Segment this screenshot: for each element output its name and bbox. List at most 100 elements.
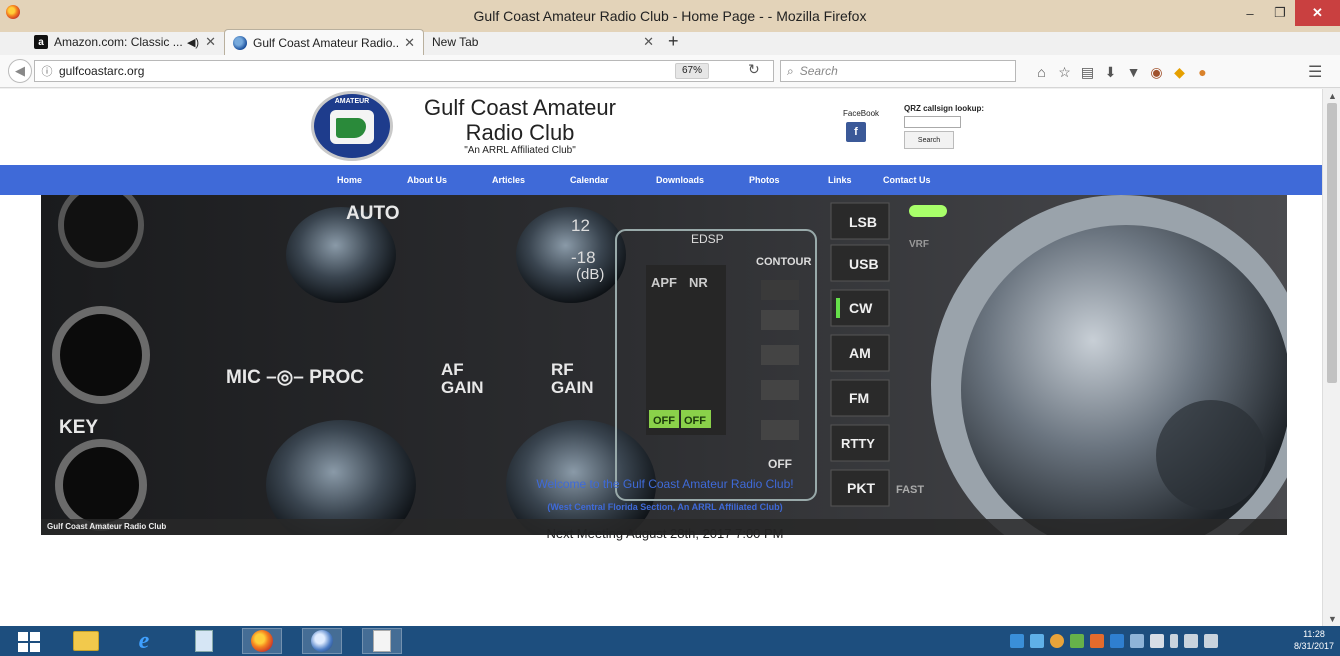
zoom-indicator[interactable]: 67%	[675, 63, 710, 79]
close-tab-icon[interactable]: ✕	[404, 35, 415, 51]
nav-home[interactable]: Home	[337, 165, 362, 195]
tray-monitor-icon[interactable]	[1030, 634, 1044, 648]
home-icon[interactable]: ⌂	[1030, 62, 1053, 82]
logo-ring-text: AMATEUR	[334, 98, 370, 105]
scroll-up-icon[interactable]: ▲	[1328, 91, 1337, 101]
mode-cw: CW	[849, 300, 873, 316]
tab-new-tab[interactable]: New Tab ✕	[424, 29, 662, 55]
url-bar[interactable]: ⓘ gulfcoastarc.org	[34, 60, 774, 82]
tray-orb-icon[interactable]	[1050, 634, 1064, 648]
minimize-button[interactable]: –	[1235, 0, 1265, 26]
thunderbird-icon[interactable]	[302, 628, 342, 654]
menu-hamburger-icon[interactable]: ☰	[1308, 62, 1322, 82]
tab-gulf-coast[interactable]: Gulf Coast Amateur Radio... ✕	[224, 29, 424, 55]
url-text[interactable]: gulfcoastarc.org	[59, 64, 144, 78]
reload-icon[interactable]: ↻	[748, 61, 760, 78]
extension-colorful-icon[interactable]: ◆	[1168, 62, 1191, 82]
qrz-callsign-input[interactable]	[904, 116, 961, 128]
back-arrow-icon[interactable]: ◀	[8, 59, 32, 83]
site-tagline: "An ARRL Affiliated Club"	[464, 145, 576, 156]
firefox-taskbar-icon[interactable]	[242, 628, 282, 654]
download-icon[interactable]: ⬇	[1099, 62, 1122, 82]
qrz-search-button[interactable]: Search	[904, 131, 954, 149]
scrollbar-thumb[interactable]	[1327, 103, 1337, 383]
site-header: AMATEUR Gulf Coast Amateur Radio Club "A…	[0, 89, 1322, 165]
tab-label: New Tab	[432, 35, 479, 49]
tray-mail-icon[interactable]	[1070, 634, 1084, 648]
radio-label-key: KEY	[59, 417, 98, 438]
tab-label: Gulf Coast Amateur Radio...	[253, 35, 399, 50]
nav-articles[interactable]: Articles	[492, 165, 525, 195]
qrz-label: QRZ callsign lookup:	[904, 104, 985, 113]
tray-flag-icon[interactable]	[1150, 634, 1164, 648]
mode-am: AM	[849, 345, 871, 361]
next-meeting-text: Next Meeting August 28th, 2017 7:00 PM	[546, 526, 784, 541]
facebook-label: FaceBook	[843, 109, 880, 118]
navigation-toolbar: ◀ ⓘ gulfcoastarc.org 67% ↻ ⌕ Search ⌂ ☆ …	[0, 55, 1340, 88]
nav-links[interactable]: Links	[828, 165, 852, 195]
notes-app-icon[interactable]	[362, 628, 402, 654]
search-placeholder: Search	[799, 64, 838, 78]
radio-label-mic-proc: MIC –◎– PROC	[226, 367, 364, 388]
search-input[interactable]: ⌕ Search	[780, 60, 1016, 82]
tray-screen-icon[interactable]	[1130, 634, 1144, 648]
tray-m-icon[interactable]	[1010, 634, 1024, 648]
nav-photos[interactable]: Photos	[749, 165, 780, 195]
nav-contact-us[interactable]: Contact Us	[883, 165, 931, 195]
close-window-button[interactable]: ✕	[1295, 0, 1340, 26]
clock-date: 8/31/2017	[1293, 641, 1335, 651]
tray-orange-icon[interactable]	[1090, 634, 1104, 648]
radio-label-rf: RF	[551, 360, 574, 379]
radio-label-contour: CONTOUR	[756, 256, 811, 268]
tray-signal-icon[interactable]	[1184, 634, 1198, 648]
search-icon: ⌕	[787, 63, 794, 78]
page-viewport: AMATEUR Gulf Coast Amateur Radio Club "A…	[0, 89, 1322, 626]
main-navigation: Home About Us Articles Calendar Download…	[0, 165, 1322, 195]
file-explorer-icon[interactable]	[66, 628, 106, 654]
windows-taskbar: e 11:28 8/31/2017	[0, 626, 1340, 656]
radio-label-off-3: OFF	[768, 457, 792, 471]
amazon-a-icon: a	[34, 35, 48, 49]
radio-label-auto: AUTO	[346, 203, 399, 224]
facebook-icon[interactable]: f	[846, 122, 866, 142]
tab-audio-icon[interactable]: ◀)	[187, 36, 199, 49]
bookmarks-list-icon[interactable]: ▤	[1076, 62, 1099, 82]
mode-usb: USB	[849, 256, 879, 272]
radio-label-af: AF	[441, 360, 464, 379]
extension-badge-icon[interactable]: ◉	[1145, 62, 1168, 82]
close-tab-icon[interactable]: ✕	[643, 34, 654, 50]
internet-explorer-icon[interactable]: e	[124, 628, 164, 654]
tray-battery-icon[interactable]	[1170, 634, 1178, 648]
radio-label-18: -18	[571, 248, 596, 267]
scroll-down-icon[interactable]: ▼	[1328, 614, 1337, 624]
mode-lsb: LSB	[849, 214, 877, 230]
radio-label-off-1: OFF	[653, 415, 675, 427]
windows-start-icon[interactable]	[18, 632, 42, 652]
section-subtitle: (West Central Florida Section, An ARRL A…	[547, 502, 783, 512]
bookmark-star-icon[interactable]: ☆	[1053, 62, 1076, 82]
tab-strip: a Amazon.com: Classic ... ◀) ✕ Gulf Coas…	[0, 28, 1340, 55]
taskbar-clock[interactable]: 11:28 8/31/2017	[1290, 628, 1338, 652]
club-logo[interactable]: AMATEUR	[311, 91, 393, 161]
radio-label-db: (dB)	[576, 266, 604, 283]
calculator-icon[interactable]	[184, 628, 224, 654]
tray-volume-icon[interactable]	[1204, 634, 1218, 648]
nav-about-us[interactable]: About Us	[407, 165, 447, 195]
pocket-icon[interactable]: ▼	[1122, 62, 1145, 82]
close-tab-icon[interactable]: ✕	[205, 34, 216, 50]
tab-amazon[interactable]: a Amazon.com: Classic ... ◀) ✕	[26, 29, 224, 55]
system-tray	[1010, 631, 1218, 651]
extension-cookie-icon[interactable]: ●	[1191, 62, 1214, 82]
nav-downloads[interactable]: Downloads	[656, 165, 704, 195]
restore-button[interactable]: ❐	[1265, 0, 1295, 26]
new-tab-plus-icon[interactable]: +	[668, 29, 679, 55]
mode-rtty: RTTY	[841, 436, 875, 451]
nav-calendar[interactable]: Calendar	[570, 165, 609, 195]
radio-label-rf-gain: GAIN	[551, 378, 594, 397]
site-info-icon[interactable]: ⓘ	[35, 63, 59, 79]
radio-label-edsp: EDSP	[691, 232, 724, 246]
club-globe-icon	[233, 35, 247, 50]
page-scrollbar[interactable]: ▲ ▼	[1322, 89, 1340, 626]
radio-label-af-gain: GAIN	[441, 378, 484, 397]
tray-blue-icon[interactable]	[1110, 634, 1124, 648]
